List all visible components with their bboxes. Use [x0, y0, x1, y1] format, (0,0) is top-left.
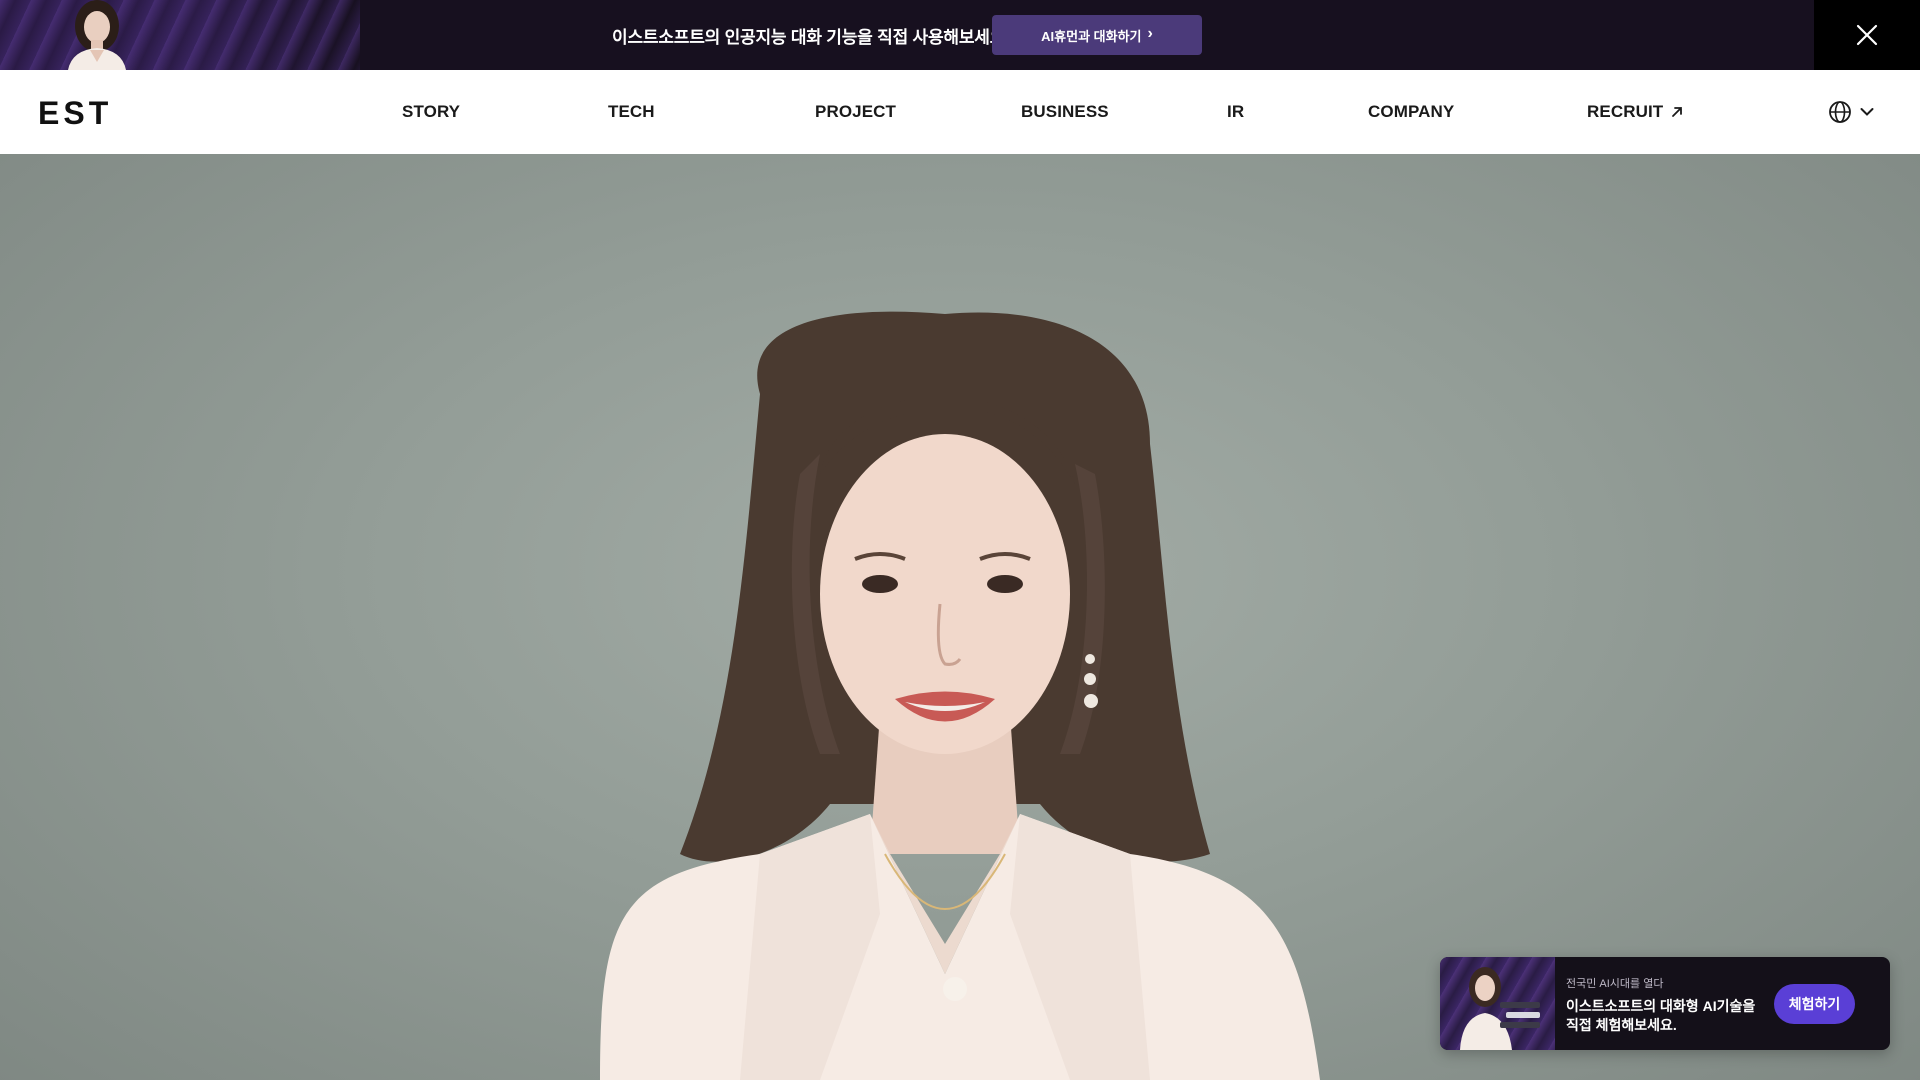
nav-business[interactable]: BUSINESS — [1021, 102, 1109, 122]
promo-card-title: 이스트소프트의 대화형 AI기술을 직접 체험해보세요. — [1566, 998, 1756, 1033]
talk-to-ai-human-button[interactable]: AI휴먼과 대화하기 › — [992, 15, 1202, 55]
chevron-right-icon: › — [1147, 25, 1153, 42]
globe-icon — [1829, 101, 1851, 123]
promo-card-thumbnail — [1440, 957, 1555, 1050]
nav-recruit-label: RECRUIT — [1587, 102, 1664, 121]
logo-text: EST — [38, 98, 112, 126]
language-selector[interactable] — [1828, 100, 1874, 124]
site-header: EST STORY TECH PROJECT BUSINESS IR COMPA… — [0, 70, 1920, 154]
ai-human-avatar — [68, 0, 126, 70]
close-banner-button[interactable] — [1814, 0, 1920, 70]
promo-banner: 이스트소프트의 인공지능 대화 기능을 직접 사용해보세요. AI휴먼과 대화하… — [0, 0, 1920, 70]
ai-human-thumbnail — [1460, 967, 1540, 1050]
nav-tech[interactable]: TECH — [608, 102, 655, 122]
est-logo[interactable]: EST — [38, 98, 146, 126]
nav-ir[interactable]: IR — [1227, 102, 1244, 122]
chevron-down-icon — [1860, 108, 1874, 116]
nav-project[interactable]: PROJECT — [815, 102, 896, 122]
promo-message: 이스트소프트의 인공지능 대화 기능을 직접 사용해보세요. — [612, 28, 1010, 47]
nav-recruit[interactable]: RECRUIT — [1587, 102, 1683, 122]
hero-video — [0, 154, 1920, 1080]
nav-company[interactable]: COMPANY — [1368, 102, 1454, 122]
nav-story[interactable]: STORY — [402, 102, 460, 122]
promo-button-label: AI휴먼과 대화하기 — [1041, 28, 1142, 44]
promo-card-subtitle: 전국민 AI시대를 열다 — [1566, 978, 1664, 990]
close-icon — [1856, 24, 1878, 46]
ai-human-presenter — [600, 311, 1320, 1080]
external-arrow-icon — [1672, 107, 1683, 117]
try-it-button[interactable]: 체험하기 — [1774, 984, 1855, 1024]
